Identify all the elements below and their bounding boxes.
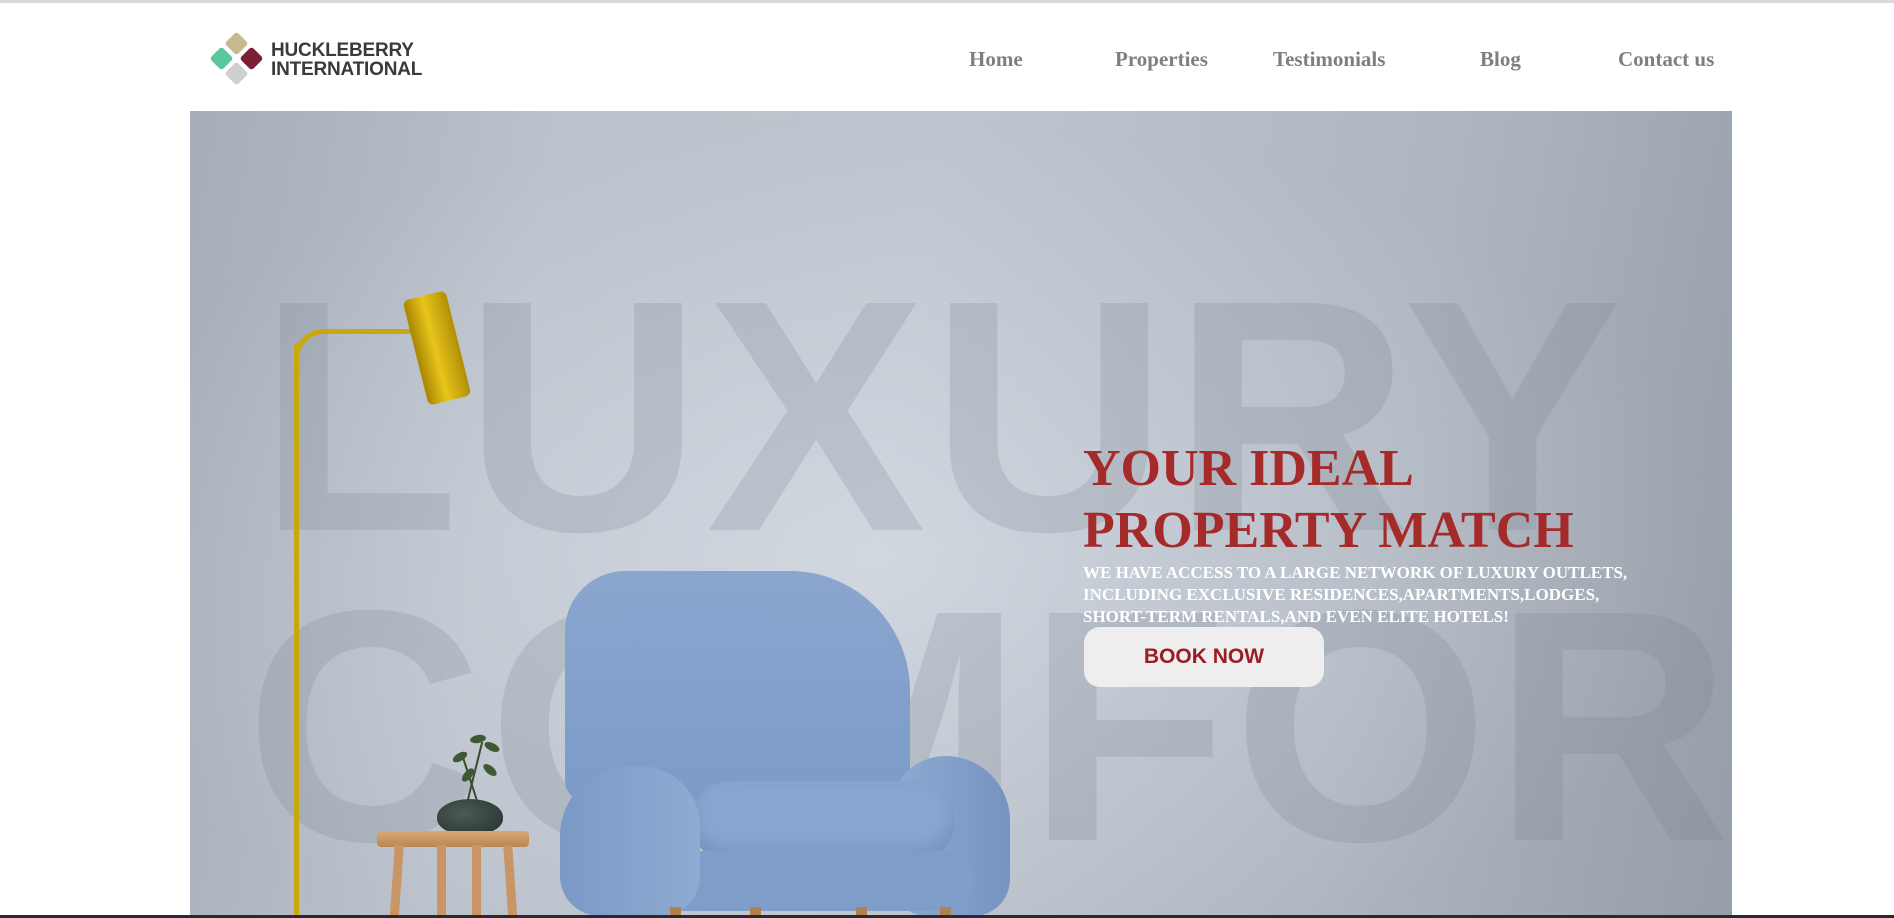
lamp-arm <box>294 329 416 369</box>
hero-title-line1: YOUR IDEAL <box>1083 440 1414 497</box>
logo-diamond-bottom <box>224 61 249 86</box>
hero-title-line2: PROPERTY MATCH <box>1083 502 1574 559</box>
hero-subtitle: WE HAVE ACCESS TO A LARGE NETWORK OF LUX… <box>1083 562 1723 628</box>
nav-home[interactable]: Home <box>969 47 1023 72</box>
logo-mark-icon <box>208 31 268 87</box>
lamp-pole <box>294 343 299 918</box>
chair-arm-left <box>560 766 700 916</box>
armchair-image <box>560 571 1010 918</box>
hero-subtitle-line2: INCLUDING EXCLUSIVE RESIDENCES,APARTMENT… <box>1083 585 1600 604</box>
brand-logo[interactable]: HUCKLEBERRY INTERNATIONAL <box>208 31 438 87</box>
hero-subtitle-line1: WE HAVE ACCESS TO A LARGE NETWORK OF LUX… <box>1083 563 1628 582</box>
hero-subtitle-line3: SHORT-TERM RENTALS,AND EVEN ELITE HOTELS… <box>1083 607 1509 626</box>
book-now-button[interactable]: BOOK NOW <box>1084 627 1324 687</box>
logo-diamond-right <box>239 46 264 71</box>
hero-title: YOUR IDEAL PROPERTY MATCH <box>1083 438 1643 562</box>
nav-properties[interactable]: Properties <box>1115 47 1208 72</box>
logo-name-line1: HUCKLEBERRY <box>271 40 414 61</box>
nav-blog[interactable]: Blog <box>1480 47 1521 72</box>
logo-name-line2: INTERNATIONAL <box>271 59 423 80</box>
nav-contact-us[interactable]: Contact us <box>1618 47 1714 72</box>
table-leg <box>472 845 481 918</box>
table-leg <box>437 845 446 918</box>
site-header: HUCKLEBERRY INTERNATIONAL Home Propertie… <box>0 3 1894 110</box>
nav-testimonials[interactable]: Testimonials <box>1273 47 1385 72</box>
vase <box>437 799 503 835</box>
chair-seat <box>690 781 955 861</box>
logo-wordmark: HUCKLEBERRY INTERNATIONAL <box>271 41 422 79</box>
